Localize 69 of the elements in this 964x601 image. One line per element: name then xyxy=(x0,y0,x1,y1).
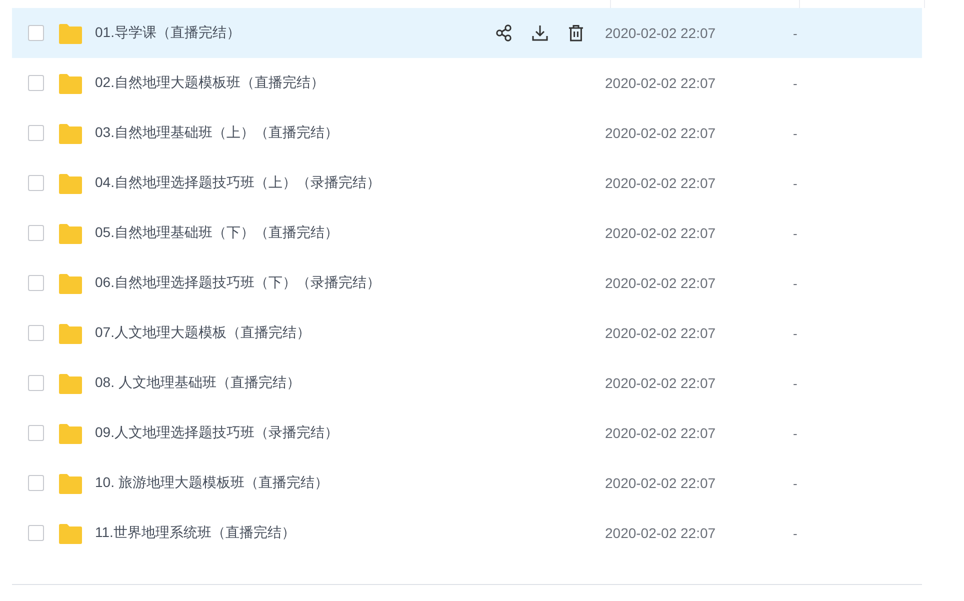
file-row[interactable]: 08. 人文地理基础班（直播完结） 2020-02-02 22:07 - xyxy=(12,358,922,408)
checkbox[interactable] xyxy=(28,325,44,341)
modified-date: 2020-02-02 22:07 xyxy=(605,325,717,341)
folder-icon xyxy=(58,422,83,444)
checkbox[interactable] xyxy=(28,475,44,491)
file-name[interactable]: 09.人文地理选择题技巧班（录播完结） xyxy=(95,424,495,442)
file-size: - xyxy=(793,276,798,290)
file-row[interactable]: 11.世界地理系统班（直播完结） 2020-02-02 22:07 - xyxy=(12,508,922,558)
folder-icon xyxy=(58,472,83,494)
file-row[interactable]: 09.人文地理选择题技巧班（录播完结） 2020-02-02 22:07 - xyxy=(12,408,922,458)
file-size: - xyxy=(793,476,798,490)
checkbox[interactable] xyxy=(28,225,44,241)
file-row[interactable]: 06.自然地理选择题技巧班（下）（录播完结） 2020-02-02 22:07 - xyxy=(12,258,922,308)
file-size: - xyxy=(793,426,798,440)
file-size: - xyxy=(793,176,798,190)
file-name[interactable]: 04.自然地理选择题技巧班（上）（录播完结） xyxy=(95,174,495,192)
file-row[interactable]: 03.自然地理基础班（上）（直播完结） 2020-02-02 22:07 - xyxy=(12,108,922,158)
modified-date: 2020-02-02 22:07 xyxy=(605,125,717,141)
file-name[interactable]: 07.人文地理大题模板（直播完结） xyxy=(95,324,495,342)
trash-icon[interactable] xyxy=(567,24,585,42)
folder-icon xyxy=(58,372,83,394)
file-name[interactable]: 06.自然地理选择题技巧班（下）（录播完结） xyxy=(95,274,495,292)
file-row[interactable]: 01.导学课（直播完结） 2020-02-02 22:07 - xyxy=(12,8,922,58)
file-row[interactable]: 02.自然地理大题模板班（直播完结） 2020-02-02 22:07 - xyxy=(12,58,922,108)
file-name[interactable]: 10. 旅游地理大题模板班（直播完结） xyxy=(95,474,495,492)
checkbox[interactable] xyxy=(28,275,44,291)
modified-date: 2020-02-02 22:07 xyxy=(605,275,717,291)
file-size: - xyxy=(793,526,798,540)
checkbox[interactable] xyxy=(28,175,44,191)
file-name[interactable]: 05.自然地理基础班（下）（直播完结） xyxy=(95,224,495,242)
file-row[interactable]: 05.自然地理基础班（下）（直播完结） 2020-02-02 22:07 - xyxy=(12,208,922,258)
file-size: - xyxy=(793,76,798,90)
modified-date: 2020-02-02 22:07 xyxy=(605,225,717,241)
modified-date: 2020-02-02 22:07 xyxy=(605,175,717,191)
folder-icon xyxy=(58,322,83,344)
folder-icon xyxy=(58,522,83,544)
file-size: - xyxy=(793,226,798,240)
modified-date: 2020-02-02 22:07 xyxy=(605,525,717,541)
modified-date: 2020-02-02 22:07 xyxy=(605,75,717,91)
checkbox[interactable] xyxy=(28,425,44,441)
checkbox[interactable] xyxy=(28,75,44,91)
folder-icon xyxy=(58,272,83,294)
file-name[interactable]: 11.世界地理系统班（直播完结） xyxy=(95,524,495,542)
folder-icon xyxy=(58,72,83,94)
folder-icon xyxy=(58,22,83,44)
modified-date: 2020-02-02 22:07 xyxy=(605,425,717,441)
folder-icon xyxy=(58,122,83,144)
modified-date: 2020-02-02 22:07 xyxy=(605,375,717,391)
checkbox[interactable] xyxy=(28,375,44,391)
file-row[interactable]: 07.人文地理大题模板（直播完结） 2020-02-02 22:07 - xyxy=(12,308,922,358)
file-row[interactable]: 04.自然地理选择题技巧班（上）（录播完结） 2020-02-02 22:07 - xyxy=(12,158,922,208)
checkbox[interactable] xyxy=(28,525,44,541)
folder-icon xyxy=(58,172,83,194)
share-icon[interactable] xyxy=(495,24,513,42)
file-name[interactable]: 03.自然地理基础班（上）（直播完结） xyxy=(95,124,495,142)
file-row[interactable]: 10. 旅游地理大题模板班（直播完结） 2020-02-02 22:07 - xyxy=(12,458,922,508)
folder-icon xyxy=(58,222,83,244)
file-size: - xyxy=(793,376,798,390)
file-size: - xyxy=(793,26,798,40)
file-size: - xyxy=(793,326,798,340)
checkbox[interactable] xyxy=(28,25,44,41)
file-name[interactable]: 08. 人文地理基础班（直播完结） xyxy=(95,374,495,392)
modified-date: 2020-02-02 22:07 xyxy=(605,475,717,491)
file-size: - xyxy=(793,126,798,140)
file-name[interactable]: 01.导学课（直播完结） xyxy=(95,24,495,42)
file-name[interactable]: 02.自然地理大题模板班（直播完结） xyxy=(95,74,495,92)
download-icon[interactable] xyxy=(531,24,549,42)
checkbox[interactable] xyxy=(28,125,44,141)
modified-date: 2020-02-02 22:07 xyxy=(605,25,717,41)
